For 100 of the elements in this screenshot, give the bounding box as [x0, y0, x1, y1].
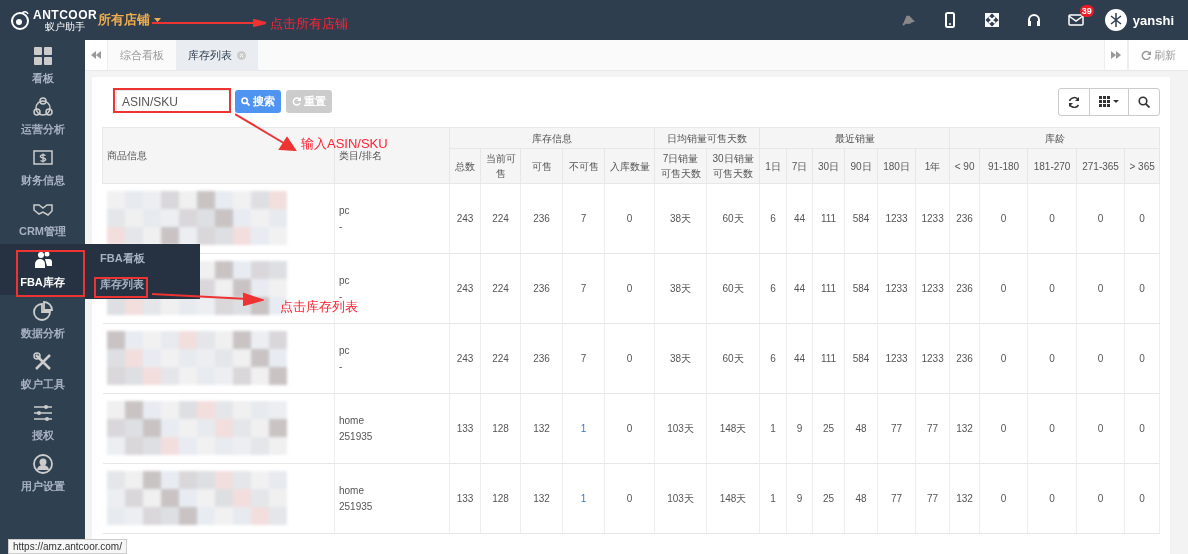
table-cell: 148天: [706, 393, 760, 464]
table-cell: 132: [949, 463, 980, 534]
sidebar-item[interactable]: 授权: [0, 397, 85, 448]
table-cell: 77: [877, 463, 916, 534]
search-icon: [1138, 95, 1150, 108]
tab[interactable]: 库存列表: [176, 40, 258, 70]
table-cell: 7: [562, 183, 605, 254]
table-cell: 60天: [706, 253, 760, 324]
fullscreen-icon[interactable]: [983, 12, 1000, 28]
sidebar-item[interactable]: FBA库存: [0, 244, 85, 295]
grid-icon: [32, 45, 53, 66]
user-name[interactable]: yanshi: [1132, 12, 1174, 28]
grid-icon: [1099, 96, 1110, 107]
sidebar-item[interactable]: 看板: [0, 40, 85, 91]
tools-icon: [32, 351, 53, 372]
double-right-icon[interactable]: [1111, 51, 1121, 59]
avatar-icon[interactable]: [1104, 9, 1127, 31]
refresh-button[interactable]: 刷新: [1128, 40, 1188, 70]
table-cell: pc -: [334, 183, 450, 254]
table-cell: 236: [949, 253, 980, 324]
column-group-header: 库龄: [949, 127, 1160, 149]
arrow-icon: [152, 19, 266, 27]
table-cell: 111: [812, 323, 845, 394]
table-cell: 0: [979, 183, 1028, 254]
table-cell: 38天: [654, 253, 707, 324]
table-cell: 0: [1027, 323, 1077, 394]
table-link[interactable]: 1: [562, 463, 605, 534]
table-cell: 1233: [915, 253, 950, 324]
table-cell: 224: [480, 183, 521, 254]
refresh-icon: [292, 97, 301, 106]
table-cell: 0: [1027, 463, 1077, 534]
tab[interactable]: 综合看板: [108, 40, 176, 70]
highlight-frame: [94, 277, 148, 298]
column-group-header: 库存信息: [449, 127, 655, 149]
table-cell: 6: [759, 183, 787, 254]
table-cell: 9: [786, 393, 813, 464]
column-header: 7日销量可售天数: [654, 148, 707, 184]
table-cell: 38天: [654, 323, 707, 394]
arrow-icon: [152, 292, 264, 306]
submenu-item[interactable]: FBA看板: [100, 251, 145, 267]
table-cell: 103天: [654, 393, 707, 464]
search-field[interactable]: ASIN/SKU: [116, 90, 230, 113]
highlight-frame: [16, 250, 85, 297]
sidebar-item[interactable]: 数据分析: [0, 295, 85, 346]
table-cell: 132: [520, 463, 563, 534]
double-left-icon[interactable]: [91, 51, 101, 59]
table-cell: 25: [812, 393, 845, 464]
table-cell: 7: [562, 323, 605, 394]
table-cell: 60天: [706, 323, 760, 394]
table-cell: 0: [1076, 323, 1125, 394]
table-cell: 103天: [654, 463, 707, 534]
store-dropdown[interactable]: 所有店铺: [98, 11, 161, 29]
table-cell: 38天: [654, 183, 707, 254]
table-cell: 0: [1124, 463, 1160, 534]
status-url: https://amz.antcoor.com/: [8, 539, 127, 554]
table-cell: 111: [812, 183, 845, 254]
table-cell: 0: [1076, 393, 1125, 464]
table-cell: 0: [1124, 393, 1160, 464]
table-cell: 0: [1027, 393, 1077, 464]
table-cell: 0: [604, 463, 655, 534]
table-cell: 236: [520, 183, 563, 254]
user-icon: [32, 453, 53, 474]
column-header: 不可售: [562, 148, 605, 184]
table-cell: 0: [1124, 253, 1160, 324]
table-link[interactable]: 1: [562, 393, 605, 464]
annotation-text: 输入ASIN/SKU: [301, 135, 388, 151]
mail-icon[interactable]: [1067, 12, 1084, 28]
column-header: 入库数量: [604, 148, 655, 184]
table-cell: 1233: [915, 323, 950, 394]
table-cell: 44: [786, 323, 813, 394]
refresh-icon: [1141, 50, 1151, 60]
table-cell: 128: [480, 463, 521, 534]
headphones-icon[interactable]: [1025, 12, 1042, 28]
table-cell: 44: [786, 253, 813, 324]
table-cell: 111: [812, 253, 845, 324]
table-cell: 0: [1027, 253, 1077, 324]
notification-badge: 39: [1079, 5, 1094, 17]
table-cell: 584: [844, 253, 878, 324]
ant-logo-icon: [10, 10, 30, 30]
table-cell: 236: [949, 183, 980, 254]
table-cell: 128: [480, 393, 521, 464]
sidebar-item[interactable]: 财务信息: [0, 142, 85, 193]
sidebar-item[interactable]: CRM管理: [0, 193, 85, 244]
column-header: 30日销量可售天数: [706, 148, 760, 184]
sidebar-item[interactable]: 运营分析: [0, 91, 85, 142]
table-cell: 133: [449, 463, 481, 534]
table-cell: 0: [979, 253, 1028, 324]
table-cell: 584: [844, 323, 878, 394]
caret-icon: [1113, 100, 1119, 103]
table-cell: 0: [979, 323, 1028, 394]
refresh-icon: [1068, 95, 1080, 108]
sidebar-item[interactable]: 用户设置: [0, 448, 85, 499]
circles-icon: [32, 96, 53, 117]
sidebar-item[interactable]: 蚁户工具: [0, 346, 85, 397]
table-cell: 0: [1124, 183, 1160, 254]
table-cell: 77: [915, 393, 950, 464]
table-cell: 0: [1076, 463, 1125, 534]
column-group-header: 日均销量可售天数: [654, 127, 760, 149]
submenu-item[interactable]: 库存列表: [100, 276, 144, 292]
search-button[interactable]: 搜索: [235, 90, 281, 113]
